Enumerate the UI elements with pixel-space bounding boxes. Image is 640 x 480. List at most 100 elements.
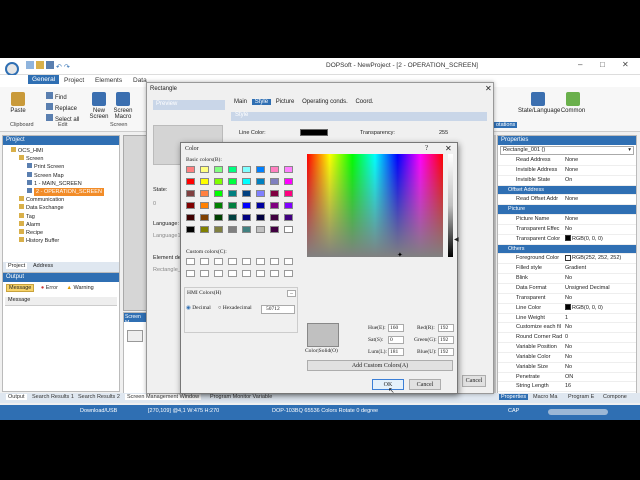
custom-color-cell[interactable] <box>270 258 279 265</box>
basic-color-cell[interactable] <box>228 226 237 233</box>
basic-color-cell[interactable] <box>228 190 237 197</box>
custom-color-cell[interactable] <box>200 270 209 277</box>
tab-macro-manager[interactable]: Macro Ma <box>533 394 557 400</box>
property-value[interactable]: No <box>565 225 572 235</box>
tab-properties[interactable]: Properties <box>499 394 529 400</box>
basic-color-cell[interactable] <box>284 214 293 221</box>
basic-color-cell[interactable] <box>186 214 195 221</box>
basic-color-cell[interactable] <box>270 190 279 197</box>
element-desc-value[interactable]: Rectangle_ <box>153 267 181 273</box>
tab-style[interactable]: Style <box>251 99 272 105</box>
basic-color-cell[interactable] <box>270 202 279 209</box>
tab-project[interactable]: Project <box>64 77 84 84</box>
radio-hexadecimal[interactable]: ○ Hexadecimal <box>218 305 252 311</box>
basic-color-cell[interactable] <box>270 226 279 233</box>
hmi-more-button[interactable]: ... <box>287 290 296 297</box>
tab-operating-conds[interactable]: Operating conds. <box>302 99 348 105</box>
tab-project-panel[interactable]: Project <box>6 263 28 269</box>
transparency-value[interactable]: 255 <box>439 130 448 136</box>
basic-color-cell[interactable] <box>200 190 209 197</box>
tab-search-results-2[interactable]: Search Results 2 <box>78 394 120 400</box>
basic-color-cell[interactable] <box>270 166 279 173</box>
tab-search-results-1[interactable]: Search Results 1 <box>32 394 74 400</box>
tree-node[interactable]: OCS_HMI <box>7 147 119 155</box>
tab-program-monitor[interactable]: Program Monitor Variable <box>210 394 272 400</box>
property-value[interactable]: None <box>565 195 578 205</box>
basic-color-cell[interactable] <box>200 226 209 233</box>
tree-node[interactable]: 2 - OPERATION_SCREEN <box>7 187 119 196</box>
screen-macro-button[interactable]: Screen Macro <box>112 92 134 120</box>
state-value[interactable]: 0 <box>153 201 156 207</box>
tree-node[interactable]: Alarm <box>7 220 119 229</box>
red-field[interactable]: 192 <box>438 324 454 332</box>
basic-color-cell[interactable] <box>186 226 195 233</box>
tab-program-editor[interactable]: Program E <box>568 394 594 400</box>
property-value[interactable]: 0 <box>565 333 568 343</box>
custom-color-cell[interactable] <box>214 270 223 277</box>
color-cancel-button[interactable]: Cancel <box>409 379 441 390</box>
filter-warning[interactable]: ▲ Warning <box>64 285 95 291</box>
custom-color-cell[interactable] <box>256 258 265 265</box>
property-row[interactable]: Line Weight 1 <box>498 314 636 324</box>
basic-color-cell[interactable] <box>284 226 293 233</box>
color-spectrum[interactable]: ✦ <box>307 154 443 259</box>
basic-color-cell[interactable] <box>242 202 251 209</box>
help-icon[interactable]: ? <box>425 144 428 152</box>
custom-color-cell[interactable] <box>270 270 279 277</box>
property-value[interactable]: Gradient <box>565 264 586 274</box>
property-row[interactable]: Line Color RGB(0, 0, 0) <box>498 304 636 314</box>
basic-color-cell[interactable] <box>242 214 251 221</box>
basic-color-cell[interactable] <box>256 202 265 209</box>
basic-color-cell[interactable] <box>214 214 223 221</box>
property-row[interactable]: Blink No <box>498 274 636 284</box>
property-row[interactable]: Invisible Address None <box>498 166 636 176</box>
basic-color-cell[interactable] <box>242 226 251 233</box>
sat-field[interactable]: 0 <box>388 336 404 344</box>
tree-node[interactable]: Screen Map <box>7 171 119 180</box>
property-row[interactable]: Foreground Color RGB(252, 252, 252) <box>498 254 636 265</box>
property-row[interactable]: Variable Position No <box>498 343 636 353</box>
new-icon[interactable] <box>26 61 34 69</box>
tree-node[interactable]: Screen <box>7 155 119 163</box>
basic-color-cell[interactable] <box>242 178 251 185</box>
zoom-slider[interactable] <box>548 409 608 415</box>
tree-node[interactable]: History Buffer <box>7 237 119 245</box>
basic-color-cell[interactable] <box>242 190 251 197</box>
property-value[interactable]: 16 <box>565 382 571 392</box>
replace-button[interactable]: Replace <box>46 103 77 112</box>
property-value[interactable]: No <box>565 363 572 373</box>
tree-node[interactable]: Communication <box>7 196 119 204</box>
green-field[interactable]: 192 <box>438 336 454 344</box>
blue-field[interactable]: 192 <box>438 348 454 356</box>
radio-decimal[interactable]: ◉ Decimal <box>186 305 211 311</box>
property-value[interactable]: 1 <box>565 314 568 324</box>
basic-color-cell[interactable] <box>214 178 223 185</box>
custom-color-cell[interactable] <box>284 270 293 277</box>
save-icon[interactable] <box>46 61 54 69</box>
paste-button[interactable]: Paste <box>8 92 28 114</box>
custom-color-cell[interactable] <box>228 270 237 277</box>
tab-output[interactable]: Output <box>6 394 27 400</box>
property-row[interactable]: Transparent No <box>498 294 636 304</box>
basic-color-cell[interactable] <box>270 214 279 221</box>
property-row[interactable]: Picture Name None <box>498 215 636 225</box>
property-value[interactable]: No <box>565 353 572 363</box>
tab-main[interactable]: Main <box>234 99 247 105</box>
hue-field[interactable]: 160 <box>388 324 404 332</box>
basic-color-cell[interactable] <box>256 226 265 233</box>
basic-color-cell[interactable] <box>214 190 223 197</box>
close-icon[interactable]: ✕ <box>622 60 629 69</box>
basic-color-cell[interactable] <box>200 178 209 185</box>
screen-thumbnail[interactable] <box>127 330 143 342</box>
filter-error[interactable]: ● Error <box>39 285 60 291</box>
tab-general[interactable]: General <box>28 75 60 84</box>
basic-color-cell[interactable] <box>214 202 223 209</box>
property-value[interactable]: ON <box>565 373 573 383</box>
property-value[interactable]: None <box>565 156 578 166</box>
maximize-icon[interactable]: □ <box>600 60 605 69</box>
tree-node[interactable]: Tag <box>7 212 119 221</box>
basic-color-cell[interactable] <box>228 178 237 185</box>
color-dialog-close-icon[interactable]: ✕ <box>445 144 452 153</box>
basic-color-cell[interactable] <box>284 190 293 197</box>
minimize-icon[interactable]: – <box>578 60 582 69</box>
